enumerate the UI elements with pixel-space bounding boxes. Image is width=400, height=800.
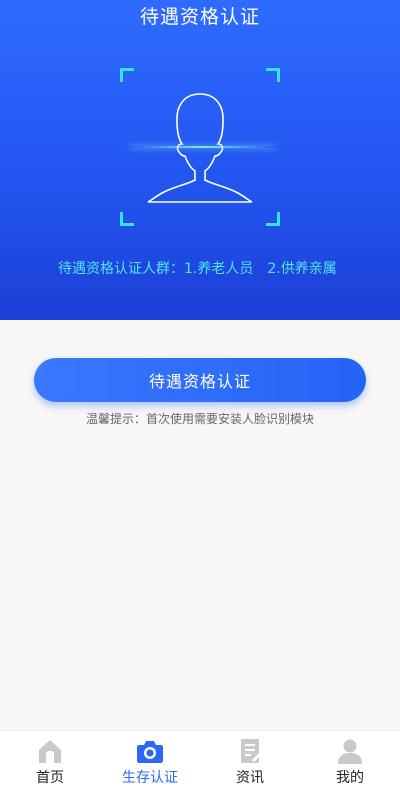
frame-corner-top-left — [120, 68, 134, 82]
bottom-tabbar: 首页 生存认证 资讯 我的 — [0, 730, 400, 800]
tab-mine[interactable]: 我的 — [300, 731, 400, 800]
tab-home[interactable]: 首页 — [0, 731, 100, 800]
page-title: 待遇资格认证 — [139, 6, 260, 28]
person-icon — [338, 739, 362, 764]
tab-news[interactable]: 资讯 — [200, 731, 300, 800]
frame-corner-top-right — [266, 68, 280, 82]
frame-corner-bottom-right — [266, 212, 280, 226]
frame-corner-bottom-left — [120, 212, 134, 226]
scan-line — [130, 146, 275, 148]
document-icon — [241, 739, 262, 763]
tab-survival-auth-label: 生存认证 — [122, 770, 178, 786]
tab-home-label: 首页 — [36, 770, 64, 786]
eligible-groups-note: 待遇资格认证人群：1.养老人员 2.供养亲属 — [58, 261, 337, 277]
tab-news-label: 资讯 — [236, 770, 264, 786]
camera-icon — [137, 741, 163, 763]
install-tip: 温馨提示：首次使用需要安装人脸识别模块 — [85, 412, 314, 426]
home-icon — [39, 740, 61, 763]
verify-button[interactable]: 待遇资格认证 — [34, 358, 366, 402]
tab-mine-label: 我的 — [336, 770, 364, 786]
hero-banner: 待遇资格认证 待遇资格认证人群：1.养老人员 2.供养亲属 — [0, 0, 400, 320]
tab-survival-auth[interactable]: 生存认证 — [100, 731, 200, 800]
face-silhouette-icon — [147, 93, 253, 203]
